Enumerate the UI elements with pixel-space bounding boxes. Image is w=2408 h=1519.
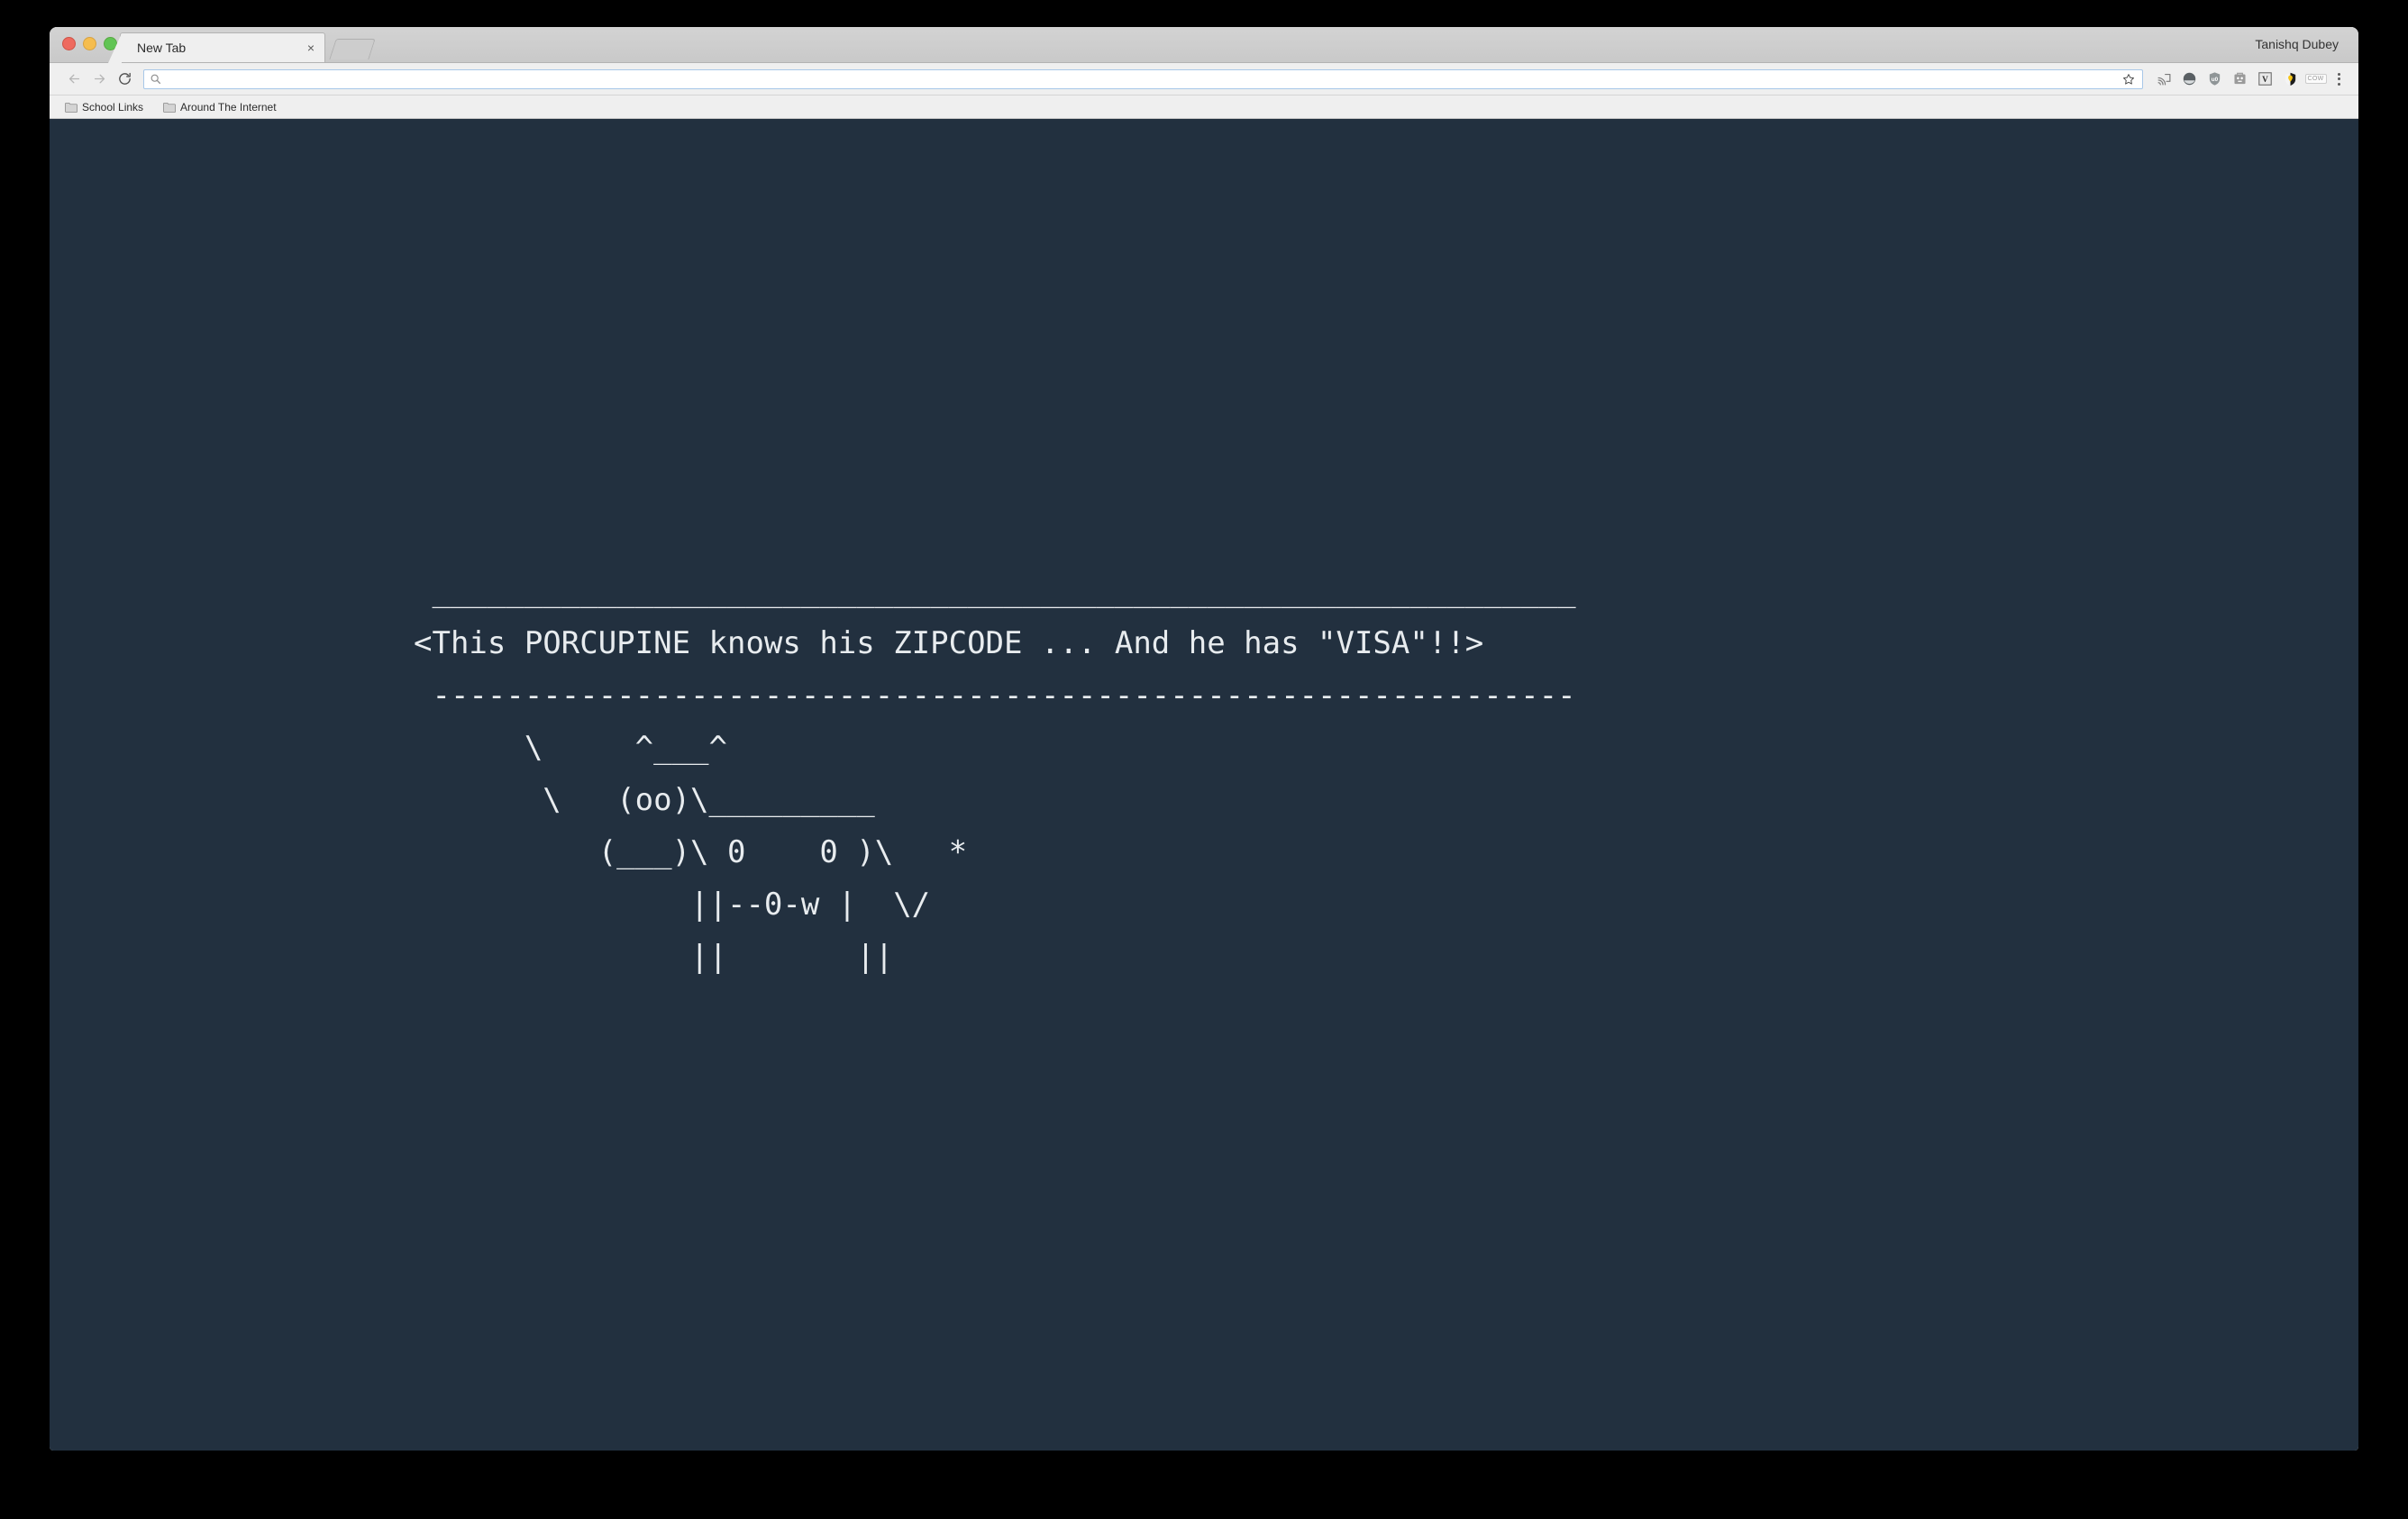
address-bar[interactable] (143, 68, 2143, 89)
new-tab-button[interactable] (329, 39, 376, 59)
minimize-window-button[interactable] (83, 37, 96, 50)
address-bar-input[interactable] (167, 72, 2121, 86)
bookmark-label: School Links (82, 100, 144, 114)
ublock-origin-icon[interactable]: u0 (2206, 70, 2223, 87)
reload-button[interactable] (113, 68, 136, 91)
cow-extension-label: COW (2304, 74, 2327, 84)
dark-circle-extension-icon[interactable] (2181, 70, 2198, 87)
extension-icons: u0 V COW (2156, 70, 2327, 87)
browser-window: New Tab × Tanishq Dubey u0 V COW School … (50, 27, 2358, 1451)
profile-name-label[interactable]: Tanishq Dubey (2255, 37, 2339, 51)
grey-face-extension-icon[interactable] (2231, 70, 2248, 87)
menu-dot (2337, 77, 2340, 80)
tab-strip: New Tab × Tanishq Dubey (50, 27, 2358, 63)
bookmarks-bar: School Links Around The Internet (50, 96, 2358, 119)
bookmark-school-links[interactable]: School Links (62, 99, 146, 115)
cast-icon[interactable] (2156, 70, 2173, 87)
bookmark-star-icon[interactable] (2121, 71, 2137, 87)
browser-toolbar: u0 V COW (50, 63, 2358, 96)
svg-text:V: V (2262, 75, 2268, 84)
bookmark-label: Around The Internet (180, 100, 277, 114)
back-arrow-icon (68, 74, 79, 84)
bookmark-around-the-internet[interactable]: Around The Internet (160, 99, 279, 115)
tab-title: New Tab (137, 41, 187, 55)
svg-text:u0: u0 (2212, 77, 2219, 83)
folder-icon (163, 102, 177, 113)
search-icon (150, 74, 161, 85)
forward-arrow-icon (94, 74, 105, 84)
vimium-icon[interactable]: V (2257, 70, 2274, 87)
chrome-menu-button[interactable] (2330, 70, 2348, 88)
menu-dot (2337, 72, 2340, 76)
forward-button[interactable] (87, 68, 111, 91)
browser-tab[interactable]: New Tab × (108, 32, 325, 63)
honey-icon[interactable] (2282, 70, 2299, 87)
close-window-button[interactable] (62, 37, 76, 50)
folder-icon (65, 102, 78, 113)
ascii-art-cowsay: ________________________________________… (414, 573, 1576, 975)
reload-icon (118, 72, 131, 85)
back-button[interactable] (62, 68, 86, 91)
page-viewport: ________________________________________… (50, 119, 2358, 1451)
menu-dot (2337, 82, 2340, 86)
cow-extension-icon[interactable]: COW (2304, 70, 2327, 87)
close-tab-icon[interactable]: × (303, 40, 319, 56)
